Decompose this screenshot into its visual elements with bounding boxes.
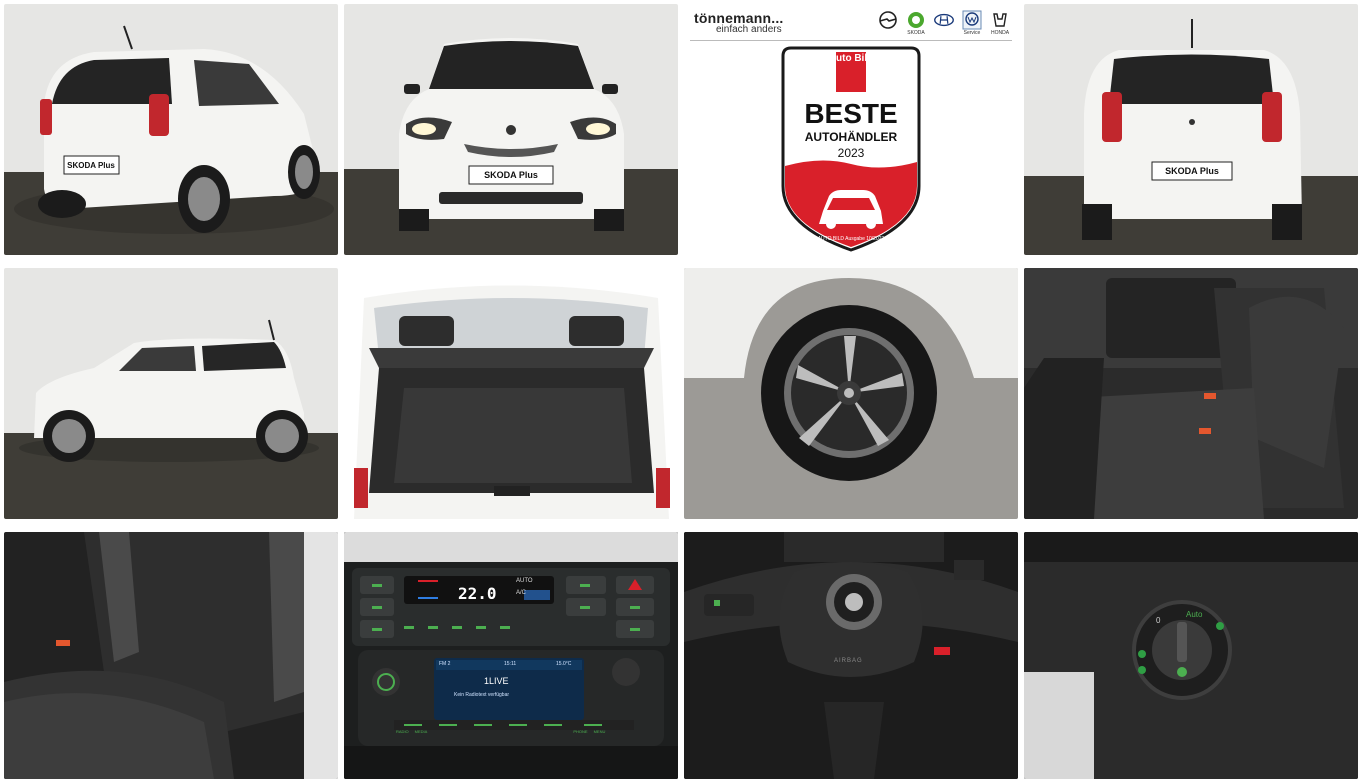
badge-title: BESTE (804, 98, 898, 129)
ad-divider (690, 40, 1012, 41)
airbag-label: AIRBAG (834, 658, 863, 664)
photo-rear[interactable]: SKODA Plus (1024, 4, 1358, 255)
brand-label-service: Service (963, 30, 981, 36)
dealer-logo: tönnemann... einfach anders (694, 10, 784, 35)
photo-side-profile[interactable] (4, 268, 338, 519)
phone-button[interactable]: PHONE (573, 729, 587, 734)
radio-button[interactable]: RADIO (396, 729, 409, 734)
award-badge: Auto Bild BESTE AUTOHÄNDLER 2023 AUTO BI… (781, 46, 921, 252)
honda-logo-icon: HONDA (990, 10, 1010, 36)
skoda-logo-icon: SKODA (906, 10, 926, 36)
hyundai-logo-icon (934, 10, 954, 30)
vw-logo-icon: Service (962, 10, 982, 36)
plate-label: SKODA Plus (1165, 166, 1219, 176)
radio-outside-temp: 15.0°C (556, 661, 572, 667)
photo-wheel[interactable] (684, 268, 1018, 519)
climate-temperature: 22.0 (458, 584, 497, 603)
badge-subtitle: AUTOHÄNDLER (804, 130, 898, 144)
media-button[interactable]: MEDIA (415, 729, 428, 734)
photo-light-switch[interactable]: Auto 0 (1024, 532, 1358, 779)
photo-steering-wheel[interactable]: AIRBAG (684, 532, 1018, 779)
radio-button-row: RADIO MEDIA PHONE MENU (396, 729, 605, 734)
menu-button[interactable]: MENU (594, 729, 606, 734)
light-off-label: 0 (1156, 616, 1161, 625)
plate-label: SKODA Plus (67, 161, 115, 170)
photo-front-seat[interactable] (4, 532, 338, 779)
brand-label-skoda: SKODA (907, 30, 925, 36)
photo-gallery: SKODA Plus SKODA Plus tönnemann... einfa… (0, 0, 1365, 781)
radio-clock: 15:11 (504, 661, 517, 667)
badge-footer: AUTO BILD Ausgabe 10/2023 (817, 236, 885, 242)
photo-rear-seats[interactable] (1024, 268, 1358, 519)
light-auto-label: Auto (1186, 610, 1203, 619)
brand-label-honda: HONDA (990, 30, 1010, 36)
plate-label: SKODA Plus (484, 170, 538, 180)
radio-preset: FM 2 (439, 661, 451, 667)
climate-ac-label: A/C (516, 590, 527, 596)
opel-logo-icon (878, 10, 898, 30)
climate-auto-label: AUTO (516, 578, 533, 584)
badge-year: 2023 (837, 146, 865, 160)
photo-rear-three-quarter[interactable]: SKODA Plus (4, 4, 338, 255)
radio-station: 1LIVE (484, 676, 509, 686)
photo-trunk[interactable] (344, 268, 678, 519)
brand-logos: SKODA Service HONDA (878, 10, 1010, 36)
radio-text: Kein Radiotext verfügbar (454, 692, 510, 698)
photo-front[interactable]: SKODA Plus (344, 4, 678, 255)
autobild-logo: Auto Bild (828, 53, 874, 64)
dealer-award-ad[interactable]: tönnemann... einfach anders SKODA Servic… (684, 4, 1018, 255)
photo-center-console[interactable]: 22.0 AUTO A/C FM 2 15:11 15.0°C 1LIVE Ke… (344, 532, 678, 779)
dealer-tagline: einfach anders (716, 24, 782, 35)
